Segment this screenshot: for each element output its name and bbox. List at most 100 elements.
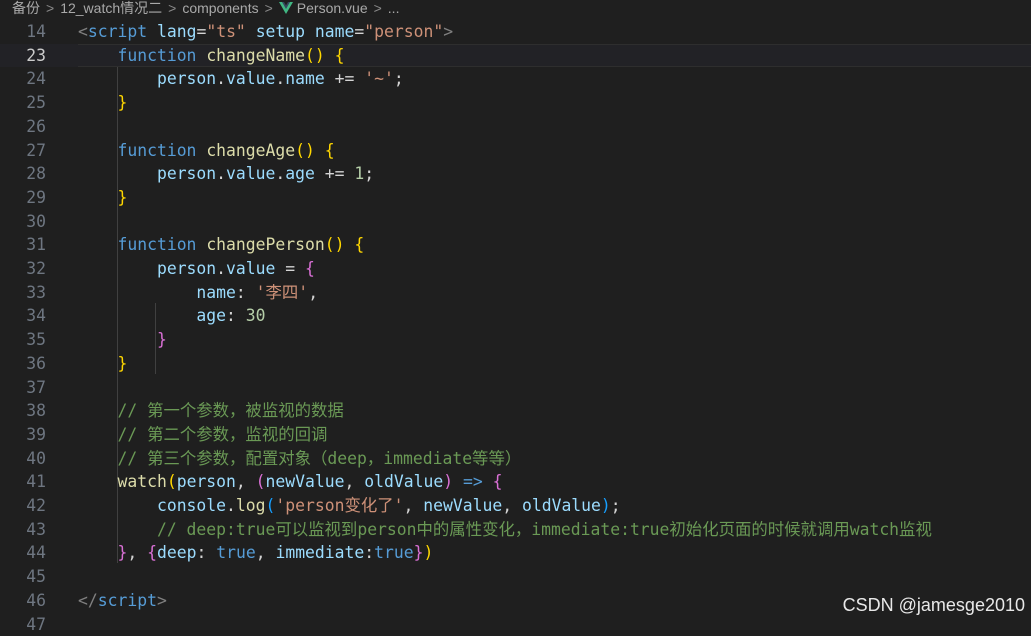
line-number: 23 xyxy=(0,44,46,68)
code-token: changeName xyxy=(206,46,305,65)
code-token: { xyxy=(325,141,335,160)
code-token: , xyxy=(502,496,522,515)
code-line[interactable]: 30 xyxy=(0,210,1031,234)
code-token xyxy=(78,354,117,373)
code-line[interactable]: 39 // 第二个参数，监视的回调 xyxy=(0,423,1031,447)
code-line[interactable]: 36 } xyxy=(0,352,1031,376)
code-token: ) xyxy=(601,496,611,515)
code-token xyxy=(315,141,325,160)
line-number: 31 xyxy=(0,233,46,257)
code-text: name: '李四', xyxy=(78,281,318,305)
line-number: 35 xyxy=(0,328,46,352)
code-text: </script> xyxy=(78,589,167,613)
line-number: 27 xyxy=(0,139,46,163)
code-token: 'person变化了' xyxy=(275,496,403,515)
code-token: , xyxy=(345,472,365,491)
code-text: function changeName() { xyxy=(78,44,345,68)
line-number: 30 xyxy=(0,210,46,234)
code-line[interactable]: 45 xyxy=(0,565,1031,589)
code-text: // 第一个参数，被监视的数据 xyxy=(78,399,344,423)
chevron-right-icon: > xyxy=(374,0,382,16)
code-token: newValue xyxy=(266,472,345,491)
code-token xyxy=(78,425,117,444)
code-token: ( xyxy=(266,496,276,515)
code-token: } xyxy=(157,330,167,349)
code-token: function xyxy=(117,235,196,254)
code-line[interactable]: 42 console.log('person变化了', newValue, ol… xyxy=(0,494,1031,518)
code-token xyxy=(78,69,157,88)
code-token xyxy=(483,472,493,491)
code-line[interactable]: 32 person.value = { xyxy=(0,257,1031,281)
code-token: lang xyxy=(157,22,196,41)
code-line[interactable]: 47 xyxy=(0,613,1031,636)
code-token xyxy=(246,22,256,41)
code-line[interactable]: 27 function changeAge() { xyxy=(0,139,1031,163)
code-token: += xyxy=(315,164,354,183)
code-line[interactable]: 25 } xyxy=(0,91,1031,115)
code-line[interactable]: 37 xyxy=(0,376,1031,400)
code-line[interactable]: 33 name: '李四', xyxy=(0,281,1031,305)
code-line[interactable]: 34 age: 30 xyxy=(0,304,1031,328)
code-token xyxy=(78,306,196,325)
line-number: 38 xyxy=(0,399,46,423)
code-token: script xyxy=(88,22,147,41)
breadcrumb-item-more[interactable]: ... xyxy=(388,0,400,16)
code-token: => xyxy=(463,472,483,491)
code-token: ) xyxy=(443,472,453,491)
line-number: 28 xyxy=(0,162,46,186)
code-token xyxy=(305,22,315,41)
line-number: 32 xyxy=(0,257,46,281)
code-line[interactable]: 38 // 第一个参数，被监视的数据 xyxy=(0,399,1031,423)
watermark: CSDN @jamesge2010 xyxy=(843,595,1025,616)
code-token: watch xyxy=(117,472,166,491)
code-token: // 第二个参数，监视的回调 xyxy=(117,425,327,444)
code-token xyxy=(344,235,354,254)
code-line[interactable]: 44 }, {deep: true, immediate:true}) xyxy=(0,541,1031,565)
code-token: 1 xyxy=(354,164,364,183)
line-number: 39 xyxy=(0,423,46,447)
breadcrumb-item-backup[interactable]: 备份 xyxy=(12,0,40,16)
code-token xyxy=(78,401,117,420)
code-token xyxy=(78,188,117,207)
code-line[interactable]: 23 function changeName() { xyxy=(0,44,1031,68)
code-line[interactable]: 29 } xyxy=(0,186,1031,210)
breadcrumb-item-file[interactable]: Person.vue xyxy=(297,0,368,16)
code-token: name xyxy=(315,22,354,41)
line-number: 36 xyxy=(0,352,46,376)
code-line[interactable]: 14<script lang="ts" setup name="person"> xyxy=(0,20,1031,44)
line-number: 42 xyxy=(0,494,46,518)
code-token: = xyxy=(275,259,305,278)
code-token xyxy=(147,22,157,41)
code-token: , xyxy=(127,543,147,562)
code-token xyxy=(78,543,117,562)
code-line[interactable]: 28 person.value.age += 1; xyxy=(0,162,1031,186)
code-token xyxy=(78,283,196,302)
code-line[interactable]: 41 watch(person, (newValue, oldValue) =>… xyxy=(0,470,1031,494)
code-token: oldValue xyxy=(364,472,443,491)
code-line[interactable]: 31 function changePerson() { xyxy=(0,233,1031,257)
code-token: { xyxy=(335,46,345,65)
breadcrumb-item-components[interactable]: components xyxy=(182,0,258,16)
code-text: } xyxy=(78,352,127,376)
code-token: () xyxy=(295,141,315,160)
code-line[interactable]: 43 // deep:true可以监视到person中的属性变化，immedia… xyxy=(0,518,1031,542)
code-line[interactable]: 26 xyxy=(0,115,1031,139)
code-token xyxy=(78,520,157,539)
code-token: , xyxy=(404,496,424,515)
code-token: age xyxy=(285,164,315,183)
code-token: } xyxy=(117,93,127,112)
code-token: : xyxy=(236,283,256,302)
code-token: value xyxy=(226,69,275,88)
code-token: += xyxy=(325,69,364,88)
breadcrumb-item-folder[interactable]: 12_watch情况二 xyxy=(60,0,162,16)
code-text: person.value.name += '~'; xyxy=(78,67,404,91)
code-text: watch(person, (newValue, oldValue) => { xyxy=(78,470,502,494)
code-line[interactable]: 24 person.value.name += '~'; xyxy=(0,67,1031,91)
code-line[interactable]: 35 } xyxy=(0,328,1031,352)
code-token: . xyxy=(275,69,285,88)
code-line[interactable]: 40 // 第三个参数，配置对象（deep，immediate等等） xyxy=(0,447,1031,471)
code-editor[interactable]: 14<script lang="ts" setup name="person">… xyxy=(0,20,1031,624)
code-token: function xyxy=(117,46,196,65)
code-token: changePerson xyxy=(206,235,324,254)
line-number: 25 xyxy=(0,91,46,115)
